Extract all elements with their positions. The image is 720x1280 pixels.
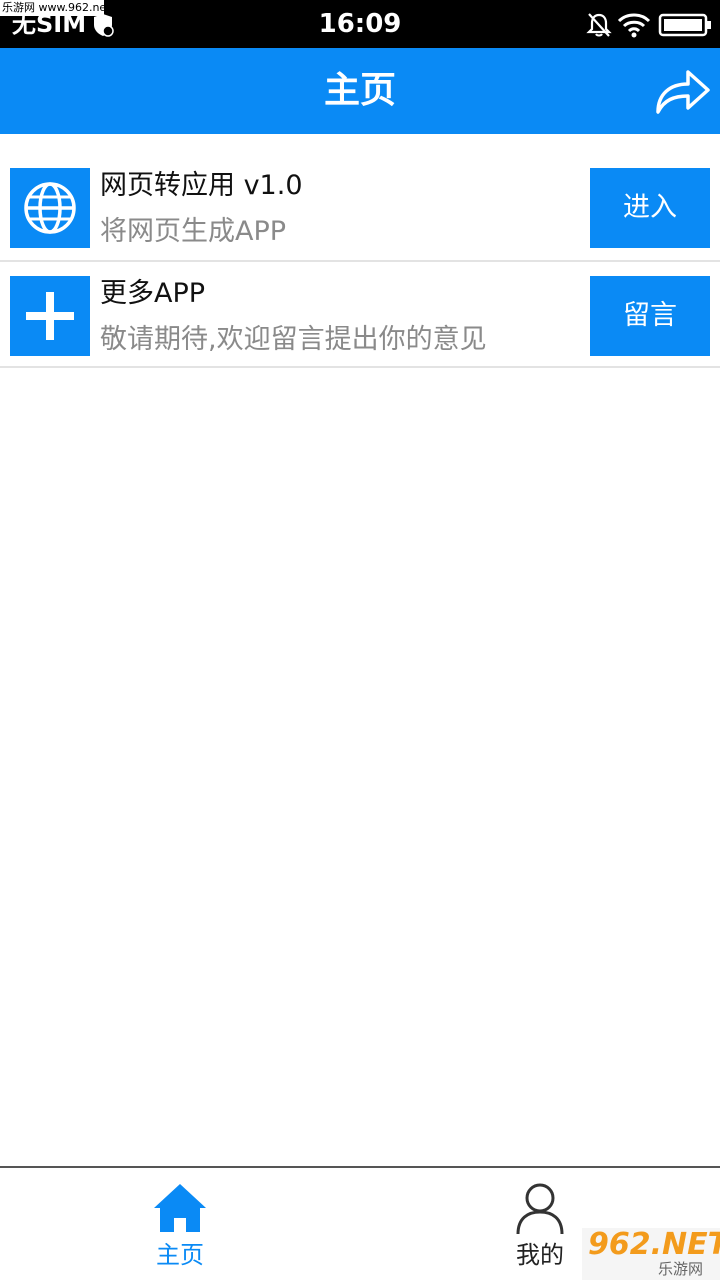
item-subtitle: 将网页生成APP (100, 216, 287, 247)
battery-icon (658, 13, 711, 37)
message-button[interactable]: 留言 (590, 276, 710, 356)
wifi-icon (617, 13, 651, 38)
globe-icon (10, 168, 90, 248)
enter-button[interactable]: 进入 (590, 168, 710, 248)
watermark-logo-subtext: 乐游网 (658, 1260, 704, 1278)
page-title: 主页 (323, 70, 396, 111)
watermark-logo-text: 962.NET (588, 1227, 720, 1262)
mute-icon (586, 13, 612, 37)
share-arrow-icon[interactable] (654, 66, 712, 116)
app-header: 主页 (0, 48, 720, 134)
list-item: 更多APP 敬请期待,欢迎留言提出你的意见 留言 (0, 262, 720, 368)
tab-home[interactable]: 主页 (90, 1168, 270, 1280)
item-title: 更多APP (100, 278, 206, 309)
plus-icon (10, 276, 90, 356)
app-list: 网页转应用 v1.0 将网页生成APP 进入 更多APP 敬请期待,欢迎留言提出… (0, 154, 720, 368)
clock: 16:09 (318, 9, 402, 39)
home-icon (154, 1184, 206, 1232)
item-title: 网页转应用 v1.0 (100, 170, 303, 201)
tab-label-home: 主页 (156, 1241, 204, 1269)
watermark-logo: 962.NET 乐游网 (582, 1228, 720, 1280)
item-subtitle: 敬请期待,欢迎留言提出你的意见 (100, 324, 487, 355)
list-item: 网页转应用 v1.0 将网页生成APP 进入 (0, 154, 720, 262)
person-icon (516, 1183, 564, 1235)
status-bar: 无SIM 乐游网 www.962.net 16:09 (0, 0, 720, 48)
